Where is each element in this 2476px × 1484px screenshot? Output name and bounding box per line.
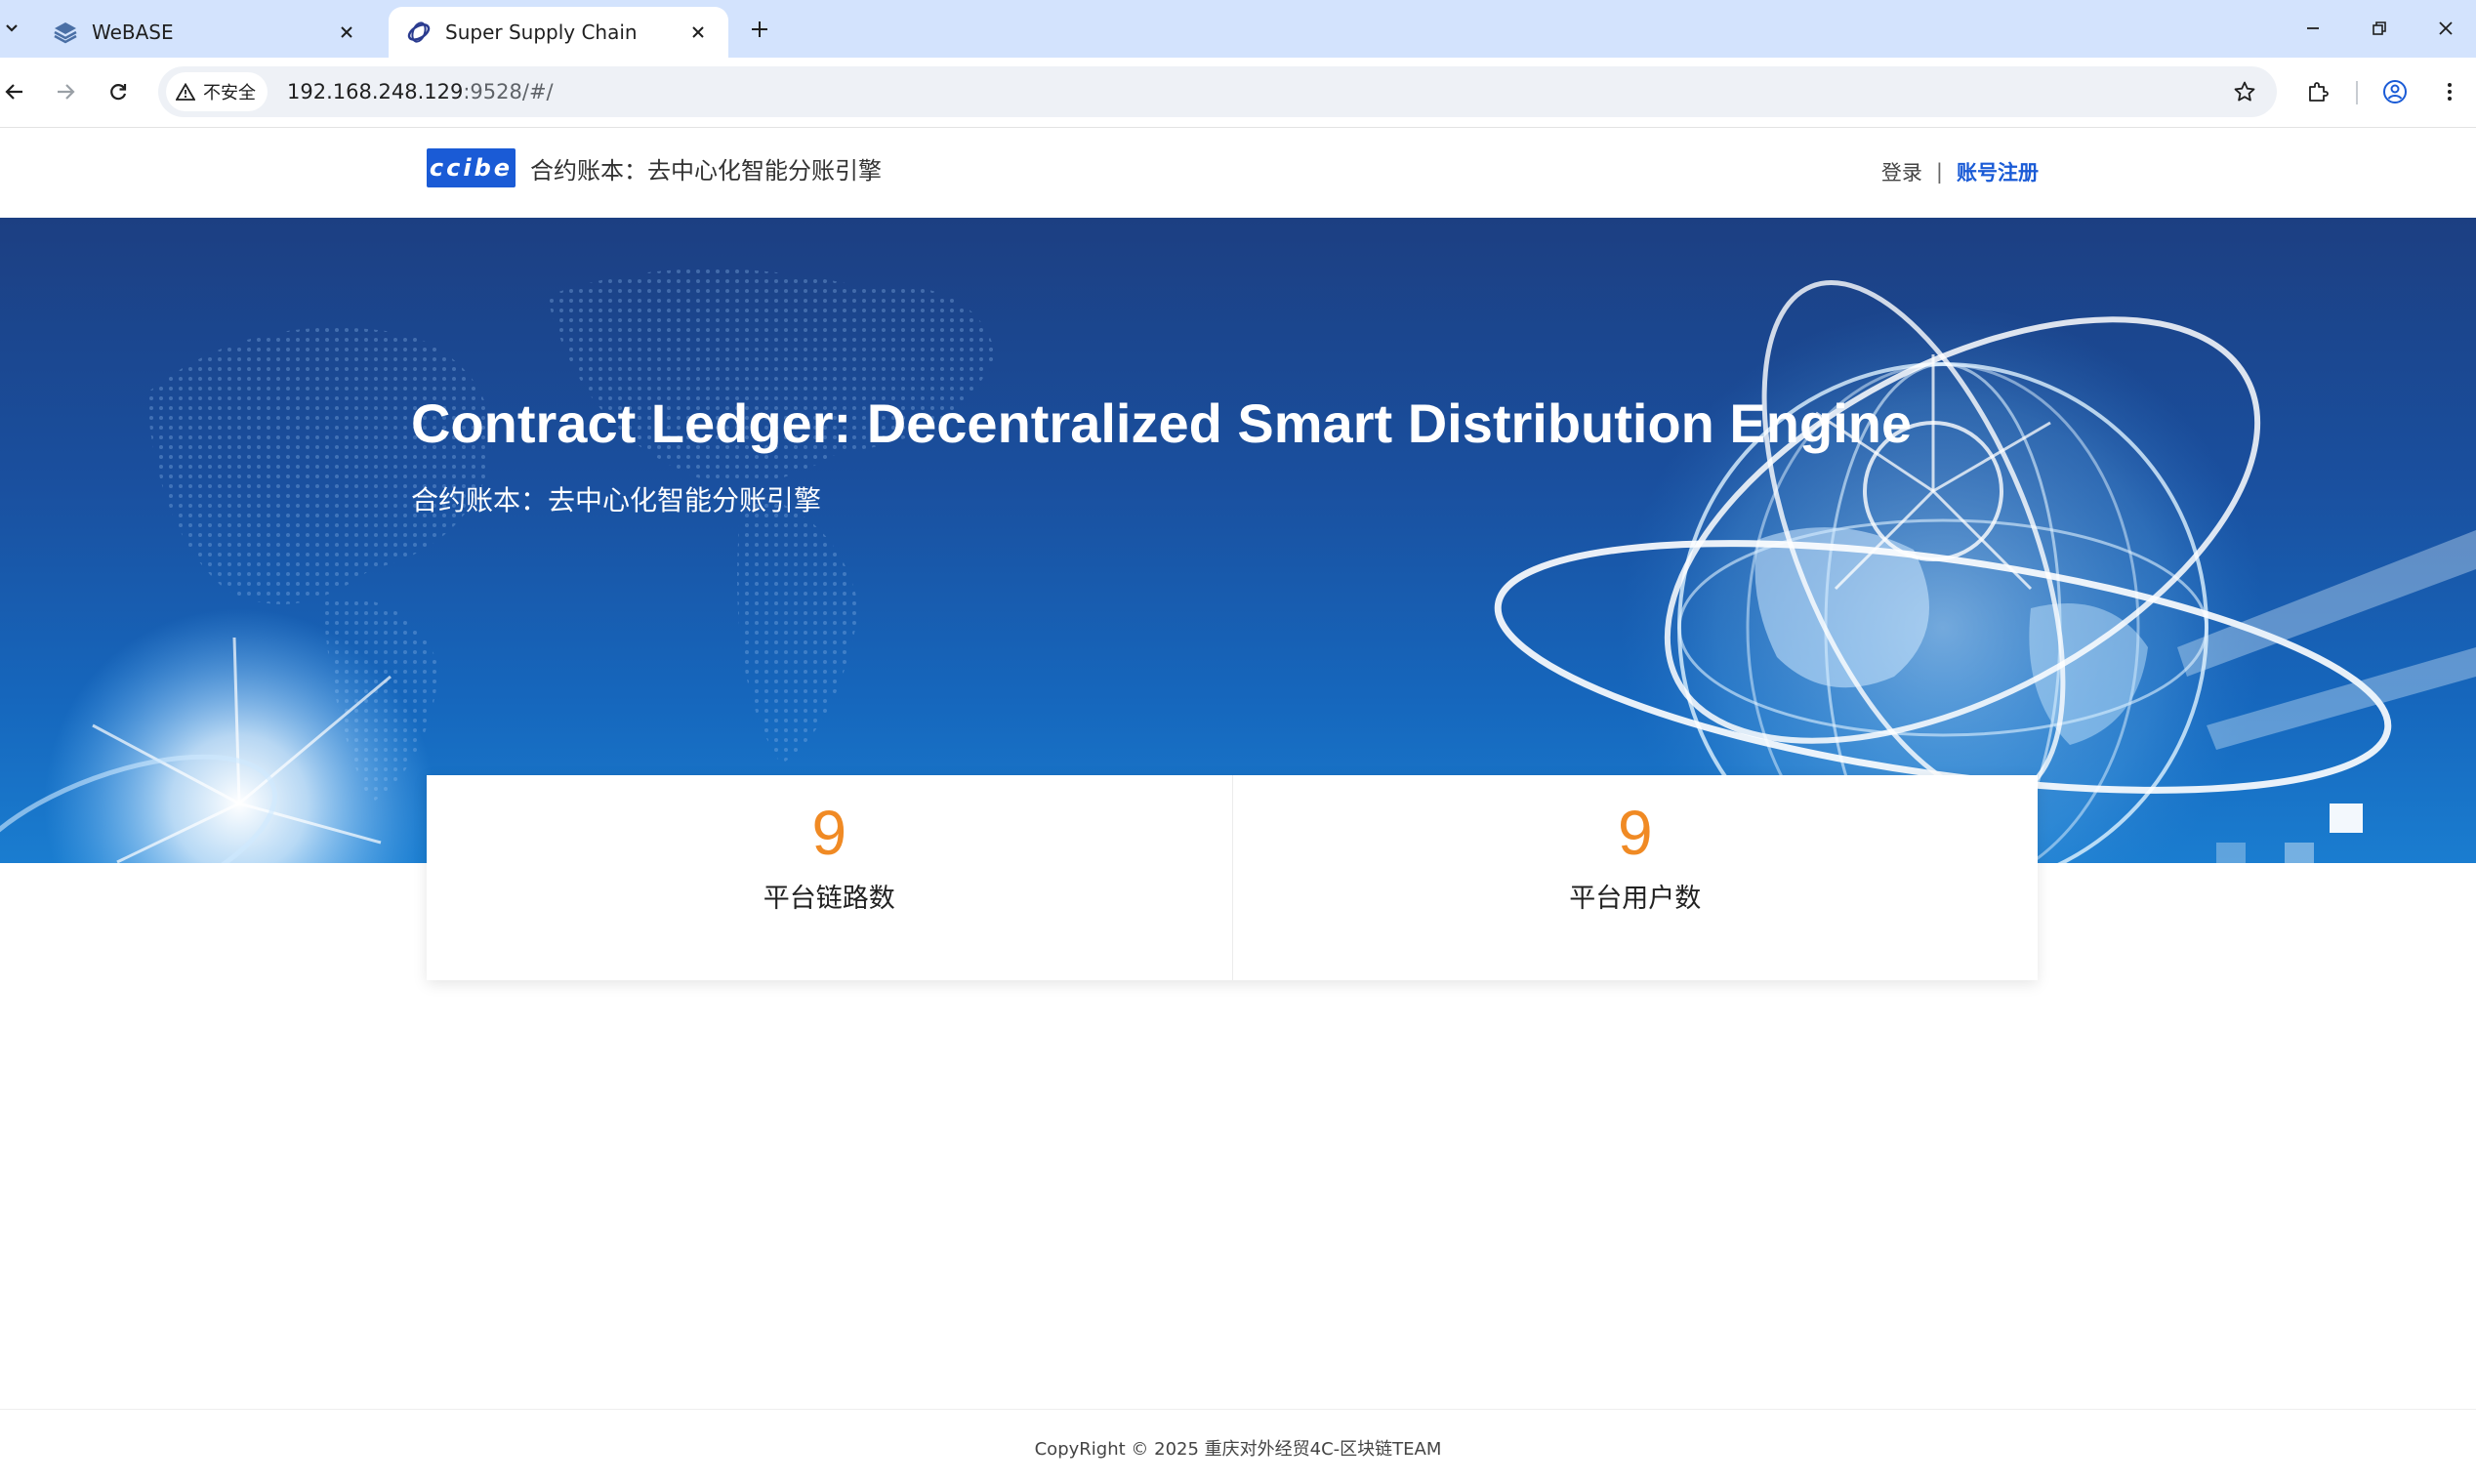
url-host: 192.168.248.129 [287,80,464,103]
layers-icon [54,22,77,44]
arrow-left-icon [5,84,22,100]
tab-title: Super Supply Chain [445,21,638,44]
plus-icon [752,21,767,37]
minimize-button[interactable] [2289,8,2337,49]
address-bar[interactable]: 不安全 192.168.248.129:9528/#/ [158,66,2277,117]
extensions-button[interactable] [2299,73,2336,110]
toolbar-separator [2356,81,2358,104]
warning-icon [176,83,195,101]
profile-button[interactable] [2376,73,2414,110]
tab-close-button[interactable] [334,20,359,45]
footer-divider [0,1409,2476,1410]
close-icon [2439,21,2453,35]
tab-search-button[interactable] [0,12,23,45]
url-text: 192.168.248.129:9528/#/ [287,80,554,103]
stat-value: 9 [811,798,847,868]
login-link[interactable]: 登录 [1881,157,1922,186]
swirl-logo-icon [407,21,431,43]
tab-webase[interactable]: WeBASE [35,7,377,58]
back-button[interactable] [0,73,33,110]
browser-tabstrip: WeBASE Super Supply Chain [0,0,2476,58]
footer-copyright: CopyRight © 2025 重庆对外经贸4C-区块链TEAM [1034,1439,1442,1460]
more-vertical-icon [2448,83,2452,101]
platform-stats-card: 9 平台链路数 9 平台用户数 [427,775,2038,980]
close-icon [692,26,704,38]
reload-button[interactable] [100,73,137,110]
puzzle-icon [2309,82,2329,102]
new-tab-button[interactable] [744,14,775,45]
url-path: :9528/#/ [463,80,554,103]
tab-super-supply-chain[interactable]: Super Supply Chain [389,7,728,58]
close-icon [341,26,352,38]
minimize-icon [2307,27,2319,29]
stat-label: 平台用户数 [1569,884,1702,914]
browser-menu-button[interactable] [2431,73,2468,110]
stat-user-count: 9 平台用户数 [1231,775,2039,980]
hero-title: Contract Ledger: Decentralized Smart Dis… [411,392,1913,454]
tab-title: WeBASE [92,21,174,44]
chevron-down-icon [6,24,18,32]
restore-icon [2373,21,2386,35]
star-icon [2234,81,2255,102]
site-logo[interactable]: ccibe [427,148,516,187]
auth-separator: | [1935,160,1943,184]
close-window-button[interactable] [2421,8,2470,49]
bookmark-button[interactable] [2226,73,2263,110]
browser-toolbar: 不安全 192.168.248.129:9528/#/ [0,58,2476,128]
stat-value: 9 [1617,798,1653,868]
arrow-right-icon [58,84,75,100]
stat-chain-count: 9 平台链路数 [427,775,1232,980]
reload-icon [110,84,127,101]
stat-label: 平台链路数 [763,884,895,914]
security-indicator[interactable]: 不安全 [166,72,268,111]
site-header: ccibe 合约账本：去中心化智能分账引擎 登录 | 账号注册 [0,128,2476,218]
security-label: 不安全 [203,83,256,103]
tab-close-button[interactable] [685,20,711,45]
account-icon [2383,80,2407,103]
forward-button[interactable] [47,73,84,110]
site-title: 合约账本：去中心化智能分账引擎 [530,157,882,185]
hero-banner: Contract Ledger: Decentralized Smart Dis… [0,218,2476,863]
globe-network-illustration [0,268,2476,863]
auth-links: 登录 | 账号注册 [1881,157,2039,186]
register-link[interactable]: 账号注册 [1957,157,2039,186]
restore-button[interactable] [2355,8,2404,49]
hero-subtitle: 合约账本：去中心化智能分账引擎 [411,484,822,516]
